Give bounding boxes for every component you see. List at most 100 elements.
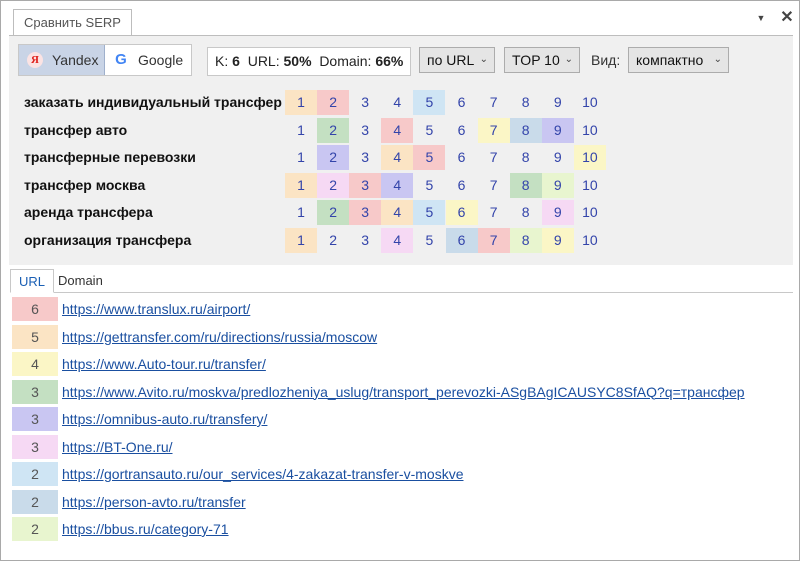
- position-cell[interactable]: 8: [510, 145, 542, 170]
- position-cell[interactable]: 8: [509, 227, 542, 253]
- position-cell[interactable]: 2: [317, 228, 349, 253]
- position-cell[interactable]: 3: [349, 118, 381, 143]
- url-link[interactable]: https://www.Auto-tour.ru/transfer/: [62, 352, 266, 376]
- position-cell[interactable]: 5: [413, 90, 446, 115]
- position-cell[interactable]: 10: [574, 228, 606, 253]
- position-cell[interactable]: 4: [381, 145, 414, 170]
- position-cell[interactable]: 10: [574, 118, 606, 143]
- url-link[interactable]: https://bbus.ru/category-71: [62, 517, 229, 541]
- url-row: 2 https://gortransauto.ru/our_services/4-…: [10, 462, 793, 486]
- position-cell[interactable]: 4: [381, 90, 413, 115]
- position-cell[interactable]: 3: [349, 90, 381, 115]
- position-cell[interactable]: 10: [574, 173, 606, 198]
- position-cell[interactable]: 7: [478, 173, 510, 198]
- domain-label: Domain:: [319, 53, 372, 69]
- position-cell[interactable]: 2: [317, 90, 350, 115]
- position-cell[interactable]: 9: [541, 117, 574, 143]
- position-cell[interactable]: 5: [413, 145, 446, 170]
- position-cell[interactable]: 9: [542, 90, 574, 115]
- position-cell[interactable]: 7: [478, 200, 510, 225]
- position-cell[interactable]: 6: [446, 118, 478, 143]
- position-cell[interactable]: 6: [446, 145, 478, 170]
- url-link[interactable]: https://BT-One.ru/: [62, 435, 173, 459]
- position-cell[interactable]: 1: [285, 90, 317, 115]
- position-cell[interactable]: 3: [349, 228, 381, 253]
- top-select[interactable]: TOP 10 ⌄: [504, 47, 580, 73]
- url-link[interactable]: https://gortransauto.ru/our_services/4-z…: [62, 462, 464, 486]
- position-cell[interactable]: 1: [285, 227, 317, 253]
- keyword-label[interactable]: трансфер авто: [24, 117, 278, 144]
- position-cell[interactable]: 3: [349, 172, 382, 198]
- position-cell[interactable]: 10: [573, 145, 606, 170]
- keyword-label[interactable]: аренда трансфера: [24, 199, 278, 226]
- position-cell[interactable]: 7: [478, 90, 510, 115]
- position-cell[interactable]: 8: [510, 200, 542, 225]
- url-link[interactable]: https://gettransfer.com/ru/directions/ru…: [62, 325, 377, 349]
- position-cell[interactable]: 9: [541, 172, 574, 198]
- url-link[interactable]: https://www.Avito.ru/moskva/predlozheniy…: [62, 380, 745, 404]
- keyword-label[interactable]: трансфер москва: [24, 172, 278, 199]
- url-value: 50%: [283, 53, 312, 69]
- position-cell[interactable]: 5: [413, 200, 446, 225]
- url-count: 2: [12, 462, 58, 486]
- k-value: 6: [232, 53, 240, 69]
- position-cell[interactable]: 9: [541, 227, 574, 253]
- keyword-row: трансфер авто 1 2 3 4 5 6 7 8 9 10: [24, 117, 624, 144]
- chevron-down-icon: ⌄: [479, 54, 488, 65]
- position-cell[interactable]: 9: [541, 200, 574, 225]
- chevron-down-icon[interactable]: ▼: [753, 10, 769, 26]
- position-cell[interactable]: 6: [446, 173, 478, 198]
- url-link[interactable]: https://person-avto.ru/transfer: [62, 490, 246, 514]
- view-select[interactable]: компактно ⌄: [628, 47, 729, 73]
- position-cell[interactable]: 8: [510, 90, 542, 115]
- window-tab-title[interactable]: Сравнить SERP: [13, 9, 132, 36]
- position-cell[interactable]: 6: [445, 227, 478, 253]
- search-engine-switch: Я Yandex G Google: [18, 44, 192, 76]
- position-cell[interactable]: 8: [509, 172, 542, 198]
- tab-domain[interactable]: Domain: [50, 269, 111, 293]
- position-cell[interactable]: 3: [349, 145, 381, 170]
- position-cell[interactable]: 4: [381, 117, 414, 143]
- keyword-label[interactable]: заказать индивидуальный трансфер: [24, 89, 282, 116]
- position-cell[interactable]: 2: [317, 172, 350, 198]
- position-cell[interactable]: 1: [285, 172, 317, 198]
- keyword-label[interactable]: трансферные перевозки: [24, 144, 278, 171]
- position-cell[interactable]: 7: [477, 117, 510, 143]
- keyword-label[interactable]: организация трансфера: [24, 227, 278, 254]
- position-cell[interactable]: 2: [317, 200, 350, 225]
- position-cell[interactable]: 9: [542, 145, 574, 170]
- position-cell[interactable]: 10: [574, 200, 606, 225]
- url-link[interactable]: https://www.translux.ru/airport/: [62, 297, 250, 321]
- position-cell[interactable]: 5: [413, 173, 445, 198]
- position-cell[interactable]: 4: [381, 227, 414, 253]
- position-cell[interactable]: 7: [477, 227, 510, 253]
- title-bar: Сравнить SERP ▼ ✕: [1, 1, 799, 36]
- tab-url[interactable]: URL: [10, 269, 55, 293]
- position-cell[interactable]: 2: [317, 117, 350, 143]
- keyword-row: трансфер москва 1 2 3 4 5 6 7 8 9 10: [24, 172, 624, 199]
- position-cell[interactable]: 3: [349, 200, 382, 225]
- chevron-down-icon: ⌄: [564, 54, 573, 65]
- position-cell[interactable]: 1: [285, 118, 317, 143]
- position-cell[interactable]: 5: [413, 228, 445, 253]
- position-cell[interactable]: 5: [413, 118, 445, 143]
- position-cell[interactable]: 1: [285, 200, 317, 225]
- url-count: 3: [12, 434, 58, 459]
- google-button[interactable]: G Google: [105, 45, 191, 75]
- position-cell[interactable]: 10: [574, 90, 606, 115]
- url-link[interactable]: https://omnibus-auto.ru/transfery/: [62, 407, 267, 431]
- compare-serp-window: Сравнить SERP ▼ ✕ Я Yandex G Google K: 6…: [0, 0, 800, 561]
- position-cell[interactable]: 4: [381, 200, 414, 225]
- position-cell[interactable]: 7: [478, 145, 510, 170]
- group-by-select[interactable]: по URL ⌄: [419, 47, 495, 73]
- keyword-row: организация трансфера 1 2 3 4 5 6 7 8 9 10: [24, 227, 624, 254]
- position-cell[interactable]: 4: [381, 172, 414, 198]
- position-cell[interactable]: 6: [446, 90, 478, 115]
- close-icon[interactable]: ✕: [779, 10, 795, 26]
- url-count: 2: [12, 489, 58, 514]
- yandex-button[interactable]: Я Yandex: [19, 45, 105, 75]
- position-cell[interactable]: 8: [509, 117, 542, 143]
- position-cell[interactable]: 2: [317, 145, 350, 170]
- position-cell[interactable]: 1: [285, 145, 317, 170]
- position-cell[interactable]: 6: [445, 200, 478, 225]
